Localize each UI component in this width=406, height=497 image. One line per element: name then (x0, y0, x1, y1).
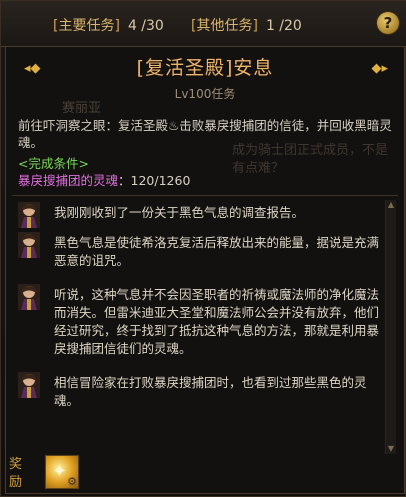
tab-bracket-close: ] (114, 18, 120, 34)
completion-condition: 暴戾搜捕团的灵魂：120/1260 (18, 170, 190, 189)
npc-portrait-icon (18, 232, 40, 258)
dialogue-box: 我刚刚收到了一份关于黑色气息的调查报告。 黑色气息是使徒希洛克复活后释放出来的能… (12, 195, 398, 458)
tab-bracket-close: ] (252, 18, 258, 34)
scroll-down-icon[interactable]: ▼ (386, 444, 396, 454)
tab-other-quests[interactable]: [其他任务] 1 /20 (191, 15, 302, 37)
quest-title: [复活圣殿]安息 (136, 57, 274, 79)
quest-description: 前往吓洞察之眼：复活圣殿♨击败暴戾搜捕团的信徒，并回收黑暗灵魂。 (18, 118, 392, 150)
quest-level: Lv100任务 (174, 87, 236, 101)
help-icon[interactable]: ? (377, 12, 399, 34)
next-quest-arrow-icon[interactable]: ◆▸ (371, 61, 388, 76)
npc-portrait-icon (18, 202, 40, 228)
gear-icon: ⚙ (67, 475, 77, 488)
condition-name: 暴戾搜捕团的灵魂 (18, 173, 119, 188)
scroll-up-icon[interactable]: ▲ (386, 200, 396, 210)
tab-bar: [主要任务] 4 /30 [其他任务] 1 /20 ? (1, 1, 406, 47)
dialogue-text: 我刚刚收到了一份关于黑色气息的调查报告。 (54, 205, 305, 220)
npc-portrait-icon (18, 372, 40, 398)
tab-main-quests[interactable]: [主要任务] 4 /30 (53, 15, 164, 37)
reward-item-glyph: ✦ (52, 461, 68, 482)
dialogue-text: 黑色气息是使徒希洛克复活后释放出来的能量，据说是充满恶意的诅咒。 (54, 235, 380, 268)
dialogue-text: 听说，这种气息并不会因圣职者的祈祷或魔法师的净化魔法而消失。但雷米迪亚大圣堂和魔… (54, 287, 380, 356)
tab-main-label: 主要任务 (58, 18, 115, 34)
npc-portrait-icon (18, 284, 40, 310)
quest-title-row: ◂◆ [复活圣殿]安息 ◆▸ (6, 47, 404, 87)
reward-label: 奖励 (9, 457, 23, 490)
quest-detail-frame: ◂◆ [复活圣殿]安息 ◆▸ 赛丽亚 Lv100任务 成为骑士团正式成员，不是有… (5, 46, 405, 494)
dialogue-text: 相信冒险家在打败暴戾搜捕团时，也看到过那些黑色的灵魂。 (54, 375, 367, 408)
tab-other-label: 其他任务 (196, 18, 253, 34)
reward-item-icon[interactable]: ✦ ⚙ (45, 455, 79, 489)
condition-progress: ：120/1260 (118, 173, 191, 188)
quest-window: [主要任务] 4 /30 [其他任务] 1 /20 ? ◂◆ [复活圣殿]安息 ◆▸… (0, 0, 406, 497)
dialogue-scrollbar[interactable]: ▲ ▼ (385, 200, 396, 454)
tab-main-count: 4 /30 (127, 18, 164, 34)
tab-other-count: 1 /20 (265, 18, 302, 34)
